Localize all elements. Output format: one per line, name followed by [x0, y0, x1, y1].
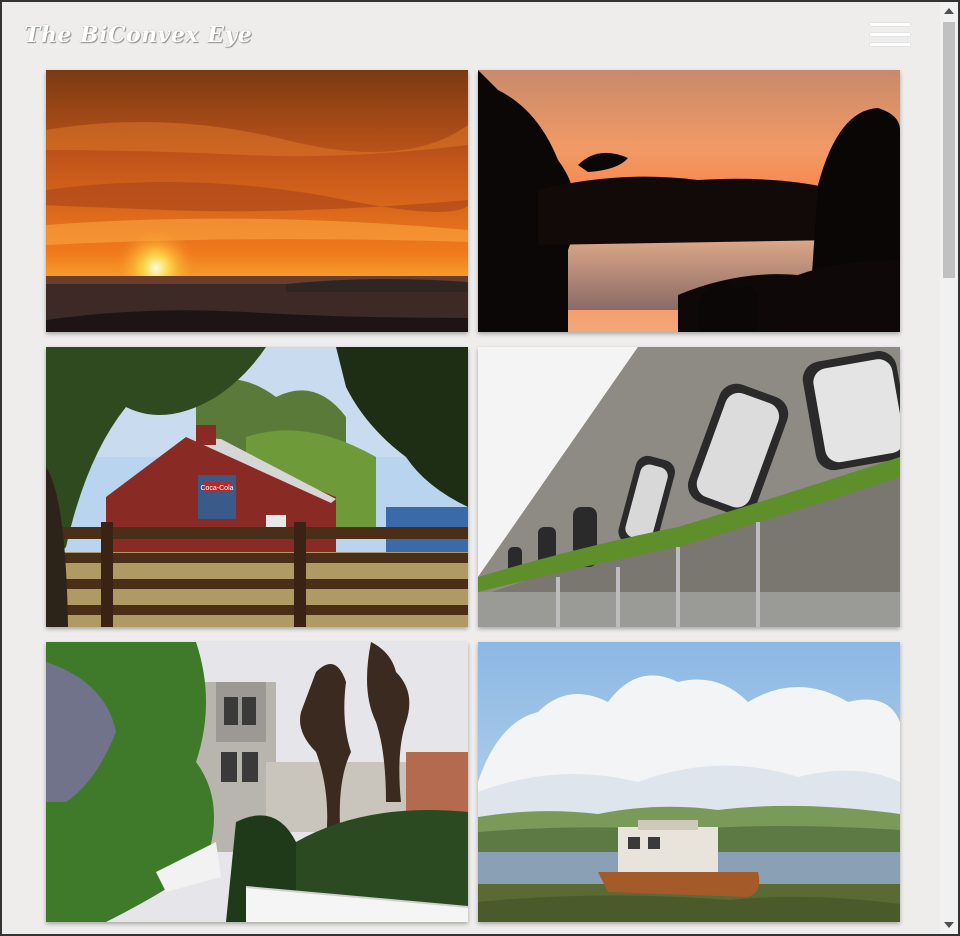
- menu-bar-middle: [870, 33, 910, 36]
- photo-victorian-houses[interactable]: [46, 642, 468, 922]
- menu-bar-bottom: [870, 43, 910, 46]
- barn-sign-text: Coca-Cola: [200, 485, 233, 492]
- scroll-up-arrow-icon[interactable]: [944, 8, 954, 14]
- red-barn-image: Coca-Cola: [46, 347, 468, 627]
- photo-ocean-sunset[interactable]: [46, 70, 468, 332]
- lagoon-image: [478, 70, 900, 332]
- browser-viewport: Coca-Cola The BiConvex Eye: [0, 0, 960, 936]
- vertical-scrollbar[interactable]: [940, 2, 958, 934]
- menu-bar-top: [870, 23, 910, 26]
- ocean-sunset-image: [46, 70, 468, 332]
- site-header: The BiConvex Eye: [2, 2, 940, 72]
- scroll-down-arrow-icon[interactable]: [944, 922, 954, 928]
- site-title[interactable]: The BiConvex Eye: [24, 22, 252, 48]
- scrollbar-thumb[interactable]: [943, 22, 955, 278]
- hamburger-menu-icon[interactable]: [868, 20, 912, 50]
- photo-red-barn[interactable]: Coca-Cola: [46, 347, 468, 627]
- victorian-houses-image: [46, 642, 468, 922]
- photo-rusted-windows[interactable]: [478, 347, 900, 627]
- shipwreck-image: [478, 642, 900, 922]
- photo-shipwreck[interactable]: [478, 642, 900, 922]
- photo-lagoon-silhouette[interactable]: [478, 70, 900, 332]
- rusted-windows-image: [478, 347, 900, 627]
